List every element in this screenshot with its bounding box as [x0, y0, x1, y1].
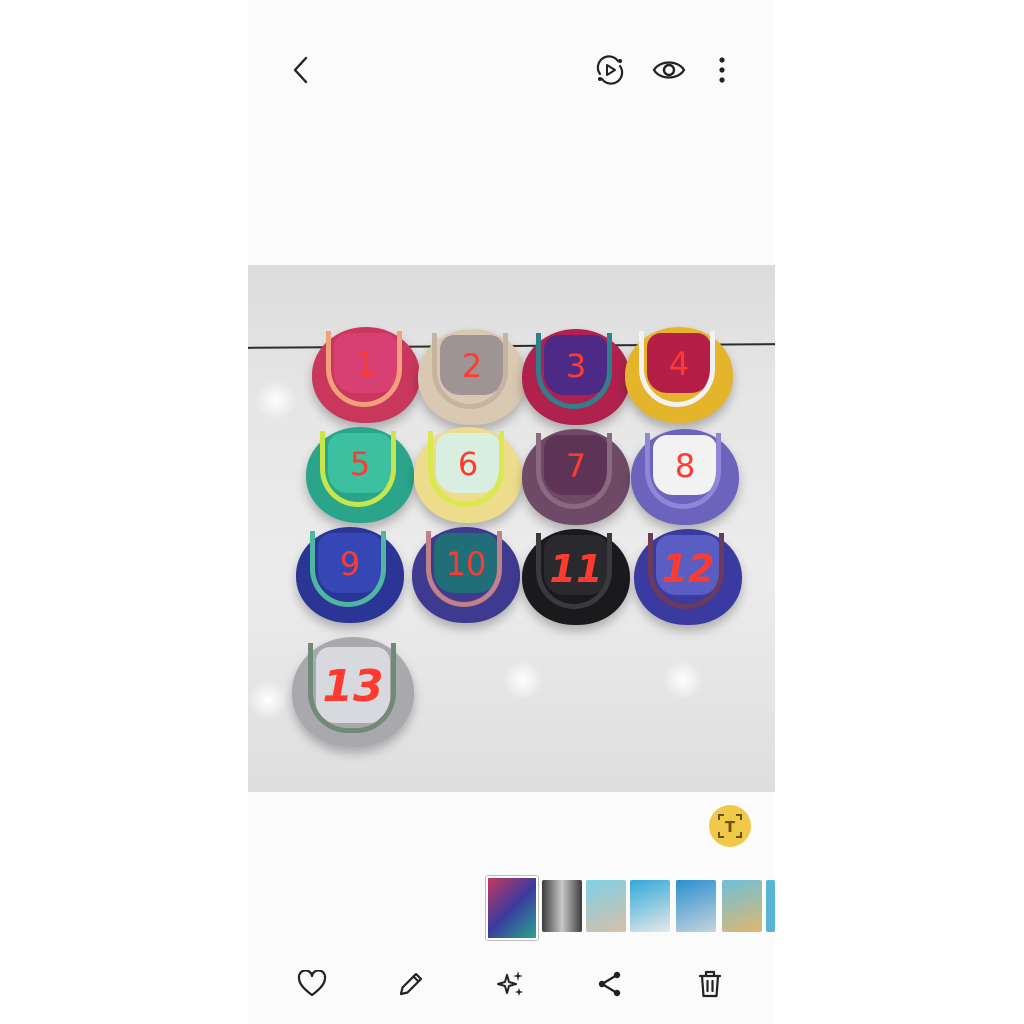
bottle-cap: 10: [412, 527, 520, 623]
share-icon[interactable]: [588, 962, 632, 1006]
light-glare: [248, 680, 288, 720]
gallery-viewer: 1 2 3 4 5 6 7 8 9 10 11 12 13 T: [248, 0, 775, 1024]
motion-photo-icon[interactable]: [588, 48, 632, 92]
thumbnail-strip[interactable]: [486, 876, 775, 940]
bottle-cap: 8: [631, 429, 739, 525]
bottom-action-bar: [248, 960, 775, 1008]
cap-number: 10: [445, 545, 487, 583]
thumbnail-current[interactable]: [486, 876, 538, 940]
bottle-cap: 4: [625, 327, 733, 423]
bottle-cap: 2: [418, 329, 526, 425]
cap-number: 9: [339, 545, 361, 583]
cap-number: 4: [668, 345, 690, 383]
thumbnail[interactable]: [722, 880, 762, 932]
bottle-cap: 7: [522, 429, 630, 525]
pencil-icon[interactable]: [389, 962, 433, 1006]
eye-icon[interactable]: [647, 48, 691, 92]
bottle-cap: 9: [296, 527, 404, 623]
thumbnail[interactable]: [586, 880, 626, 932]
more-vertical-icon[interactable]: [700, 48, 744, 92]
bottle-cap: 6: [414, 427, 522, 523]
bottle-cap: 13: [292, 637, 414, 747]
back-arrow-icon[interactable]: [280, 48, 324, 92]
light-glare: [503, 660, 543, 700]
cap-number: 12: [661, 547, 715, 591]
cap-number: 2: [461, 347, 483, 385]
thumbnail[interactable]: [676, 880, 716, 932]
sparkle-icon[interactable]: [489, 962, 533, 1006]
cap-number: 5: [349, 445, 371, 483]
main-photo[interactable]: 1 2 3 4 5 6 7 8 9 10 11 12 13: [248, 265, 775, 792]
top-toolbar: [248, 40, 775, 100]
bottle-cap: 3: [522, 329, 630, 425]
thumbnail[interactable]: [542, 880, 582, 932]
thumbnail[interactable]: [630, 880, 670, 932]
trash-icon[interactable]: [688, 962, 732, 1006]
light-glare: [663, 660, 703, 700]
cap-number: 3: [565, 347, 587, 385]
bottle-cap: 5: [306, 427, 414, 523]
thumbnail[interactable]: [766, 880, 775, 932]
cap-number: 1: [355, 345, 377, 383]
bottle-cap: 1: [312, 327, 420, 423]
cap-number: 8: [674, 447, 696, 485]
bottle-cap: 12: [634, 529, 742, 625]
bottle-cap: 11: [522, 529, 630, 625]
cap-number: 7: [565, 447, 587, 485]
cap-number: 13: [322, 661, 384, 712]
svg-text:T: T: [725, 818, 736, 836]
cap-number: 11: [549, 547, 603, 591]
heart-icon[interactable]: [290, 962, 334, 1006]
text-extract-icon[interactable]: T: [709, 805, 751, 847]
light-glare: [256, 380, 296, 420]
cap-number: 6: [457, 445, 479, 483]
